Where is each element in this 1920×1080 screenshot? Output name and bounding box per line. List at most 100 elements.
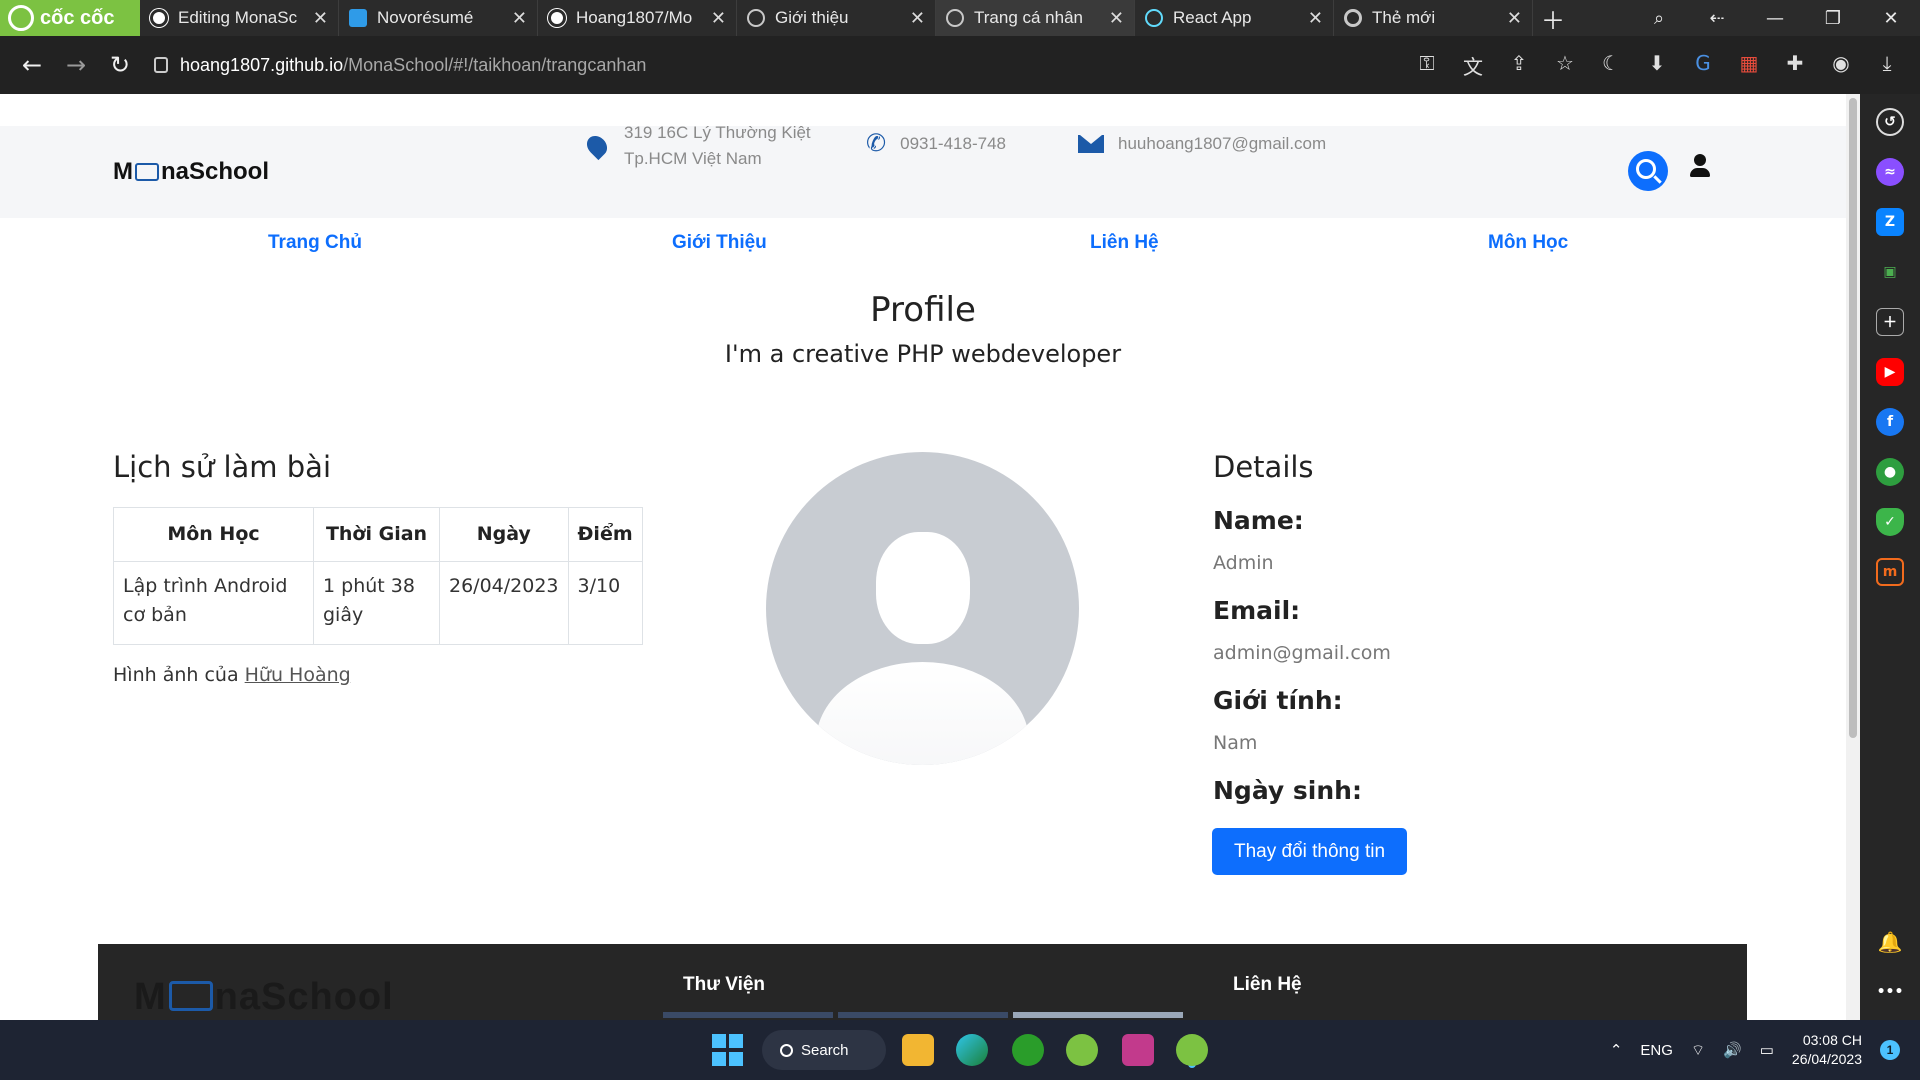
library-thumbnail[interactable] (663, 1012, 833, 1018)
gamepad-icon[interactable]: ▣ (1876, 258, 1904, 286)
edit-info-button[interactable]: Thay đổi thông tin (1212, 828, 1407, 875)
volume-icon[interactable]: 🔊 (1723, 1041, 1742, 1059)
football-icon[interactable]: ● (1876, 458, 1904, 486)
shopping-icon[interactable]: m (1876, 558, 1904, 586)
history-icon[interactable]: ↺ (1876, 108, 1904, 136)
map-pin-icon (582, 131, 612, 161)
clock[interactable]: 03:08 CH 26/04/2023 (1792, 1031, 1862, 1069)
tab-trang-ca-nhan[interactable]: Trang cá nhân ✕ (936, 0, 1135, 36)
avatar-body (816, 662, 1029, 765)
nav-gioi-thieu[interactable]: Giới Thiệu (672, 232, 767, 254)
dark-mode-icon[interactable]: ☾ (1598, 51, 1624, 80)
tab-close-icon[interactable]: ✕ (1109, 8, 1124, 29)
notification-badge[interactable]: 1 (1880, 1040, 1900, 1060)
translate-icon[interactable]: 文 (1460, 51, 1486, 80)
download-box-icon[interactable]: ⬇ (1644, 51, 1670, 80)
calendar-ext-icon[interactable]: ▦ (1736, 51, 1762, 80)
close-window-icon[interactable]: ✕ (1862, 8, 1920, 29)
graduation-cap-icon (168, 981, 213, 1011)
battery-icon[interactable]: ▭ (1760, 1041, 1774, 1059)
table-cell: 3/10 (567, 561, 643, 645)
tab-editing-monaschool[interactable]: Editing MonaSc ✕ (140, 0, 339, 36)
tab-close-icon[interactable]: ✕ (1507, 8, 1522, 29)
column-header: Thời Gian (313, 507, 440, 562)
tab-close-icon[interactable]: ✕ (711, 8, 726, 29)
page-title: Profile (870, 290, 976, 330)
zalo-icon[interactable]: Z (1876, 208, 1904, 236)
footer-library-heading: Thư Viện (683, 974, 766, 995)
scrollbar-thumb[interactable] (1849, 98, 1857, 738)
system-tray: ⌃ ENG ⌔ 🔊 ▭ 03:08 CH 26/04/2023 1 (1610, 1020, 1920, 1080)
footer-logo[interactable]: MnaSchool (134, 976, 394, 1019)
tab-search-icon[interactable]: ⌕ (1630, 8, 1688, 29)
graduation-cap-icon (135, 163, 159, 181)
back-icon[interactable]: ← (10, 43, 54, 87)
nav-lien-he[interactable]: Liên Hệ (1090, 232, 1159, 254)
wifi-icon[interactable]: ⌔ (1691, 1041, 1705, 1060)
forward-icon[interactable]: → (54, 43, 98, 87)
site-logo[interactable]: MnaSchool (113, 158, 269, 186)
page-scrollbar[interactable] (1846, 94, 1860, 1020)
logo-prefix: M (113, 158, 133, 185)
share-icon[interactable]: ⇪ (1506, 51, 1532, 80)
site-footer: MnaSchool Thư Viện Liên Hệ (98, 944, 1747, 1020)
credit-link[interactable]: Hữu Hoàng (245, 664, 351, 686)
tab-new-tab[interactable]: Thẻ mới ✕ (1334, 0, 1533, 36)
tab-gioi-thieu[interactable]: Giới thiệu ✕ (737, 0, 936, 36)
library-thumbnail[interactable] (838, 1012, 1008, 1018)
nav-trang-chu[interactable]: Trang Chủ (268, 232, 362, 254)
app-icon[interactable] (1122, 1034, 1154, 1066)
lock-icon (154, 57, 168, 73)
tab-close-icon[interactable]: ✕ (512, 8, 527, 29)
browser-brand-button[interactable]: cốc cốc (0, 0, 140, 36)
minimize-icon[interactable]: — (1746, 8, 1804, 29)
maximize-icon[interactable]: ❐ (1804, 8, 1862, 29)
extensions-icon[interactable]: ✚ (1782, 51, 1808, 80)
coccoc-active-icon[interactable] (1176, 1034, 1208, 1066)
back-arrows-icon[interactable]: ⇠ (1688, 8, 1746, 29)
url-input[interactable]: hoang1807.github.io/MonaSchool/#!/taikho… (154, 44, 646, 86)
globe-icon (946, 9, 964, 27)
taskbar-search-button[interactable]: Search (762, 1030, 886, 1070)
phone-number: 0931-418-748 (900, 134, 1006, 153)
tab-novoresume[interactable]: Novorésumé ✕ (339, 0, 538, 36)
taskbar-search-label: Search (801, 1041, 849, 1059)
tab-github-repo[interactable]: Hoang1807/Mo ✕ (538, 0, 737, 36)
messenger-icon[interactable]: ≈ (1876, 158, 1904, 186)
tab-title: React App (1173, 8, 1252, 27)
tab-close-icon[interactable]: ✕ (910, 8, 925, 29)
add-panel-icon[interactable]: ＋ (1876, 308, 1904, 336)
shield-icon[interactable]: ✓ (1876, 508, 1904, 536)
more-options-icon[interactable]: ••• (1876, 978, 1904, 1006)
coccoc-taskbar-icon[interactable] (1066, 1034, 1098, 1066)
library-thumbnail[interactable] (1013, 1012, 1183, 1018)
clock-time: 03:08 CH (1802, 1032, 1862, 1048)
tab-title: Novorésumé (377, 8, 474, 27)
facebook-icon[interactable]: f (1876, 408, 1904, 436)
xbox-icon[interactable] (1012, 1034, 1044, 1066)
chevron-up-icon[interactable]: ⌃ (1610, 1041, 1623, 1059)
table-cell: Lập trình Android cơ bản (113, 561, 314, 645)
name-label: Name: (1213, 506, 1304, 535)
profile-avatar-icon[interactable]: ◉ (1828, 51, 1854, 80)
table-cell: 26/04/2023 (439, 561, 569, 645)
reload-icon[interactable]: ↻ (98, 43, 142, 87)
tab-close-icon[interactable]: ✕ (313, 8, 328, 29)
language-indicator[interactable]: ENG (1640, 1042, 1673, 1059)
downloads-icon[interactable]: ⤓ (1874, 51, 1900, 80)
youtube-icon[interactable]: ▶ (1876, 358, 1904, 386)
tab-close-icon[interactable]: ✕ (1308, 8, 1323, 29)
account-button[interactable] (1689, 154, 1711, 180)
contact-address: 319 16C Lý Thường Kiệt Tp.HCM Việt Nam (582, 120, 811, 172)
notification-bell-icon[interactable]: 🔔 (1876, 928, 1904, 956)
key-icon[interactable]: ⚿ (1414, 51, 1440, 80)
file-explorer-icon[interactable] (902, 1034, 934, 1066)
new-tab-button[interactable]: ＋ (1533, 0, 1573, 36)
tab-react-app[interactable]: React App ✕ (1135, 0, 1334, 36)
edge-icon[interactable] (956, 1034, 988, 1066)
search-button[interactable] (1628, 151, 1668, 191)
bookmark-star-icon[interactable]: ☆ (1552, 51, 1578, 80)
nav-mon-hoc[interactable]: Môn Học (1488, 232, 1568, 254)
translate-ext-icon[interactable]: G (1690, 51, 1716, 80)
windows-start-icon[interactable] (712, 1034, 744, 1066)
